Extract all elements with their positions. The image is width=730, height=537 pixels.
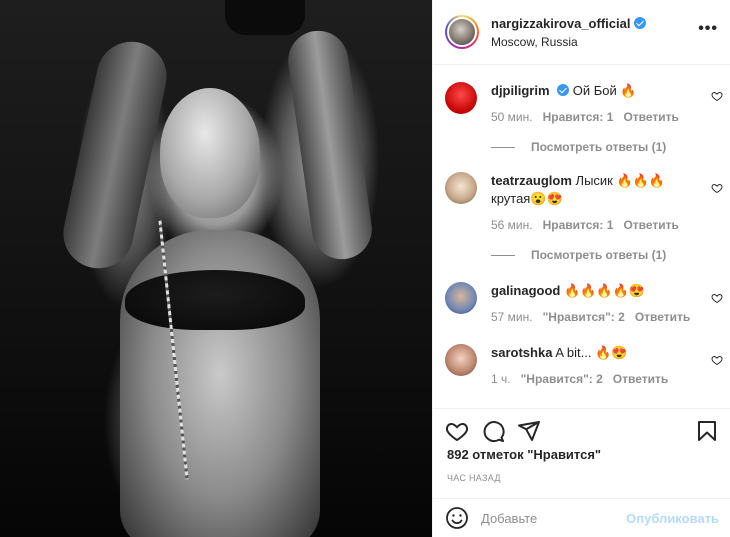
verified-icon: [634, 17, 647, 29]
comment-text: Ой Бой 🔥: [572, 83, 637, 98]
heart-icon[interactable]: [711, 182, 723, 194]
post-sidebar: nargizzakirova_official Moscow, Russia •…: [432, 0, 730, 537]
more-icon[interactable]: •••: [698, 21, 718, 37]
photo-head: [160, 88, 260, 218]
comment-time[interactable]: 1 ч.: [491, 370, 511, 388]
likes-count[interactable]: 892 отметок "Нравится": [447, 447, 601, 462]
photo-glove: [225, 0, 305, 35]
post-header: nargizzakirova_official Moscow, Russia •…: [433, 0, 730, 65]
comment-text: 🔥🔥🔥🔥😍: [563, 283, 645, 298]
comment-likes[interactable]: Нравится: 1: [543, 216, 614, 234]
heart-icon[interactable]: [445, 419, 469, 443]
post-actions: 892 отметок "Нравится" ЧАС НАЗАД: [433, 408, 730, 498]
comment-reply-button[interactable]: Ответить: [623, 216, 678, 234]
comment-avatar[interactable]: [445, 282, 477, 314]
comment-avatar[interactable]: [445, 82, 477, 114]
comment-reply-button[interactable]: Ответить: [635, 308, 690, 326]
heart-icon[interactable]: [711, 354, 723, 366]
comment-username[interactable]: teatrzauglom: [491, 173, 572, 188]
comments-list: djpiligrim Ой Бой 🔥 50 мин. Нравится: 1 …: [433, 66, 730, 408]
author-avatar[interactable]: [445, 15, 479, 49]
heart-icon[interactable]: [711, 90, 723, 102]
post-time[interactable]: ЧАС НАЗАД: [447, 473, 501, 483]
comment-time[interactable]: 50 мин.: [491, 108, 533, 126]
comment-likes[interactable]: Нравится: 1: [543, 108, 614, 126]
comment-input[interactable]: Добавьте: [481, 511, 626, 526]
comment-username[interactable]: djpiligrim: [491, 83, 550, 98]
view-replies-label: Посмотреть ответы (1): [531, 140, 667, 154]
comment-likes[interactable]: "Нравится": 2: [543, 308, 625, 326]
comment-time[interactable]: 56 мин.: [491, 216, 533, 234]
photo-arm-right: [284, 26, 376, 264]
comment-avatar[interactable]: [445, 172, 477, 204]
comment-avatar[interactable]: [445, 344, 477, 376]
comment-username[interactable]: sarotshka: [491, 345, 552, 360]
comment-username[interactable]: galinagood: [491, 283, 560, 298]
photo-top: [125, 270, 305, 330]
comment-item: djpiligrim Ой Бой 🔥 50 мин. Нравится: 1 …: [445, 82, 730, 126]
share-icon[interactable]: [517, 419, 541, 443]
add-comment-bar: Добавьте Опубликовать: [433, 498, 730, 537]
comment-text: A bit... 🔥😍: [555, 345, 628, 360]
post-location[interactable]: Moscow, Russia: [491, 35, 646, 49]
post-photo[interactable]: [0, 0, 432, 537]
comment-item: sarotshka A bit... 🔥😍 1 ч. "Нравится": 2…: [445, 344, 730, 388]
comment-item: teatrzauglom Лысик 🔥🔥🔥 крутая😮😍 56 мин. …: [445, 172, 730, 234]
comment-likes[interactable]: "Нравится": 2: [521, 370, 603, 388]
view-replies-label: Посмотреть ответы (1): [531, 248, 667, 262]
heart-icon[interactable]: [711, 292, 723, 304]
comment-item: galinagood 🔥🔥🔥🔥😍 57 мин. "Нравится": 2 О…: [445, 282, 730, 326]
photo-arm-left: [56, 35, 174, 275]
comment-time[interactable]: 57 мин.: [491, 308, 533, 326]
bookmark-icon[interactable]: [695, 419, 719, 443]
comment-icon[interactable]: [481, 419, 505, 443]
verified-icon: [557, 84, 570, 96]
view-replies-button[interactable]: Посмотреть ответы (1): [491, 140, 666, 154]
smile-icon[interactable]: [445, 506, 469, 530]
author-username[interactable]: nargizzakirova_official: [491, 16, 630, 31]
view-replies-button[interactable]: Посмотреть ответы (1): [491, 248, 666, 262]
publish-button[interactable]: Опубликовать: [626, 511, 719, 526]
comment-reply-button[interactable]: Ответить: [623, 108, 678, 126]
comment-reply-button[interactable]: Ответить: [613, 370, 668, 388]
